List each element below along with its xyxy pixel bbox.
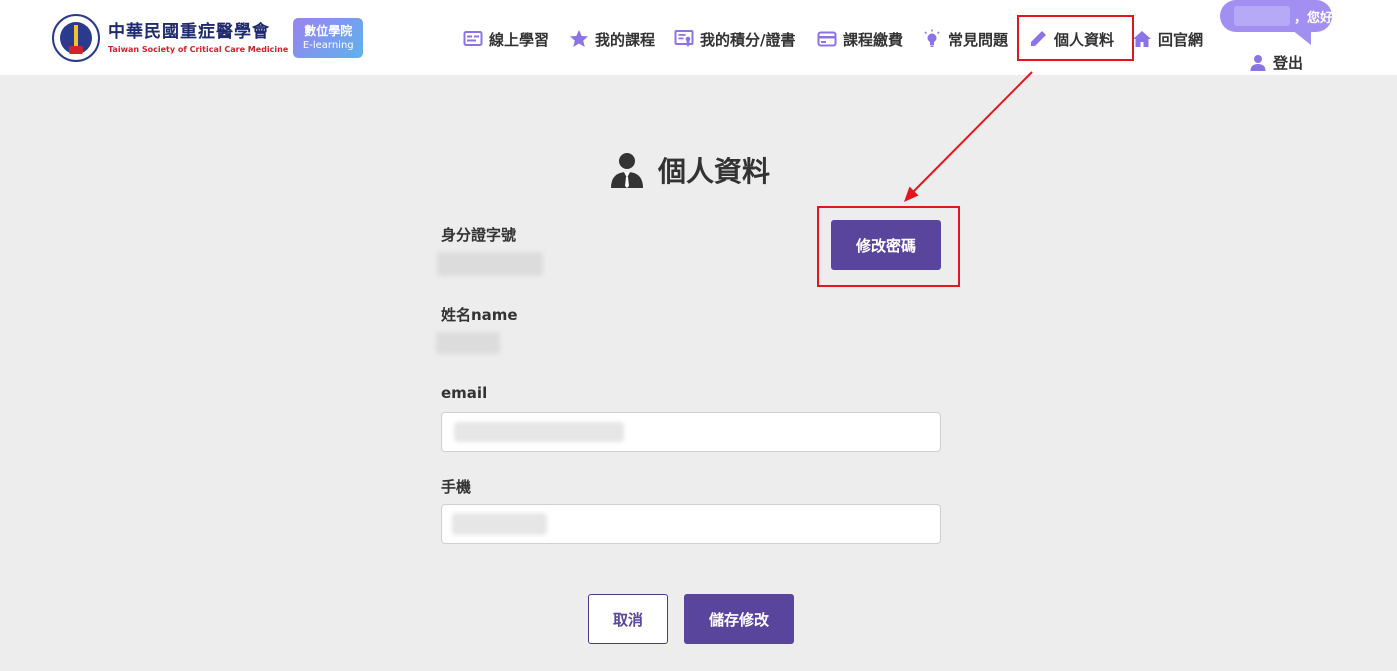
nav-faq[interactable]: 常見問題 [922,27,1008,51]
nav-online-learning[interactable]: 線上學習 [463,27,549,51]
phone-input[interactable] [441,504,941,544]
email-value-blurred [454,422,624,442]
annotation-box-profile-nav [1017,15,1134,61]
home-icon [1133,31,1151,47]
star-icon [570,30,588,47]
nav-my-credits[interactable]: 我的積分/證書 [674,27,795,51]
greeting-bubble: ，您好 [1220,0,1334,32]
credit-card-icon [817,31,837,47]
society-seal-icon [52,14,100,62]
id-number-label: 身分證字號 [441,226,517,244]
user-suit-icon [611,153,643,188]
annotation-box-change-password [817,206,960,287]
id-number-value-blurred [437,252,543,276]
name-value-blurred [436,332,500,354]
nav-official-site[interactable]: 回官網 [1132,27,1203,51]
lightbulb-icon [924,29,940,47]
org-name-en: Taiwan Society of Critical Care Medicine [108,44,289,54]
phone-label: 手機 [441,478,472,496]
phone-value-blurred [452,513,547,535]
user-name-blurred [1234,6,1290,26]
name-label: 姓名name [441,306,518,324]
email-label: email [441,384,488,402]
logout-link[interactable]: 登出 [1249,52,1303,73]
nav-my-courses[interactable]: 我的課程 [569,27,655,51]
org-name-zh: 中華民國重症醫學會 [108,21,270,42]
greeting-bubble-tail [1292,30,1311,45]
cancel-button[interactable]: 取消 [588,594,668,644]
email-input[interactable] [441,412,941,452]
online-learning-icon [463,31,483,46]
certificate-icon [674,30,694,47]
save-changes-button[interactable]: 儲存修改 [684,594,794,644]
site-header: 中華民國重症醫學會 Taiwan Society of Critical Car… [0,0,1397,75]
elearning-badge: 數位學院 E-learning [293,18,364,58]
annotation-arrow [904,71,1033,202]
page-title: 個人資料 [609,150,770,190]
user-icon [1250,54,1266,71]
site-logo[interactable]: 中華民國重症醫學會 Taiwan Society of Critical Car… [52,14,364,62]
greeting-text: ，您好 [1294,11,1334,26]
nav-course-payment[interactable]: 課程繳費 [817,27,903,51]
